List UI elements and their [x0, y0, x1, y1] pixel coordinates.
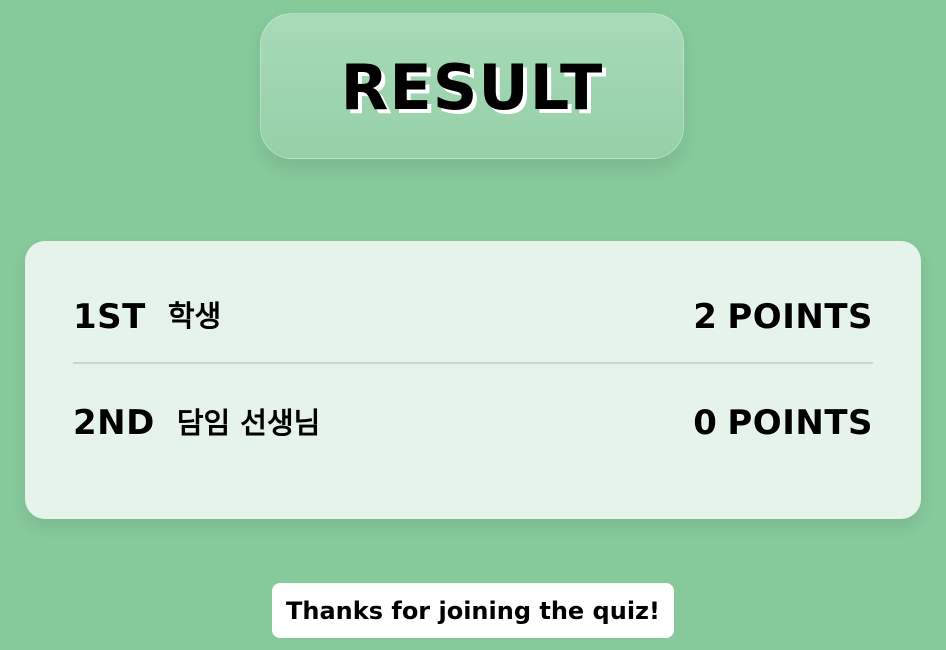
second-place-name: 담임 선생님 [176, 405, 321, 440]
first-place-points-label: POINTS [727, 296, 873, 337]
second-place-points: 0 POINTS [693, 406, 873, 440]
first-place-points-value: 2 [693, 296, 718, 337]
second-place-points-value: 0 [693, 403, 718, 443]
first-place-name: 학생 [167, 299, 222, 333]
results-panel: 1ST 학생 2 POINTS 2ND 담임 선생님 0 POINTS [25, 241, 921, 519]
first-place-rank: 1ST [73, 296, 146, 337]
thanks-message: Thanks for joining the quiz! [272, 583, 674, 638]
page-title: RESULT [340, 51, 604, 124]
result-row-first-place: 1ST 학생 2 POINTS [73, 241, 873, 364]
result-title-card: RESULT [260, 13, 684, 159]
first-place-info: 1ST 학생 [73, 300, 221, 334]
result-row-second-place: 2ND 담임 선생님 0 POINTS [73, 364, 873, 487]
second-place-points-label: POINTS [727, 403, 873, 443]
first-place-points: 2 POINTS [693, 300, 873, 334]
second-place-info: 2ND 담임 선생님 [73, 406, 320, 440]
second-place-rank: 2ND [73, 403, 155, 443]
